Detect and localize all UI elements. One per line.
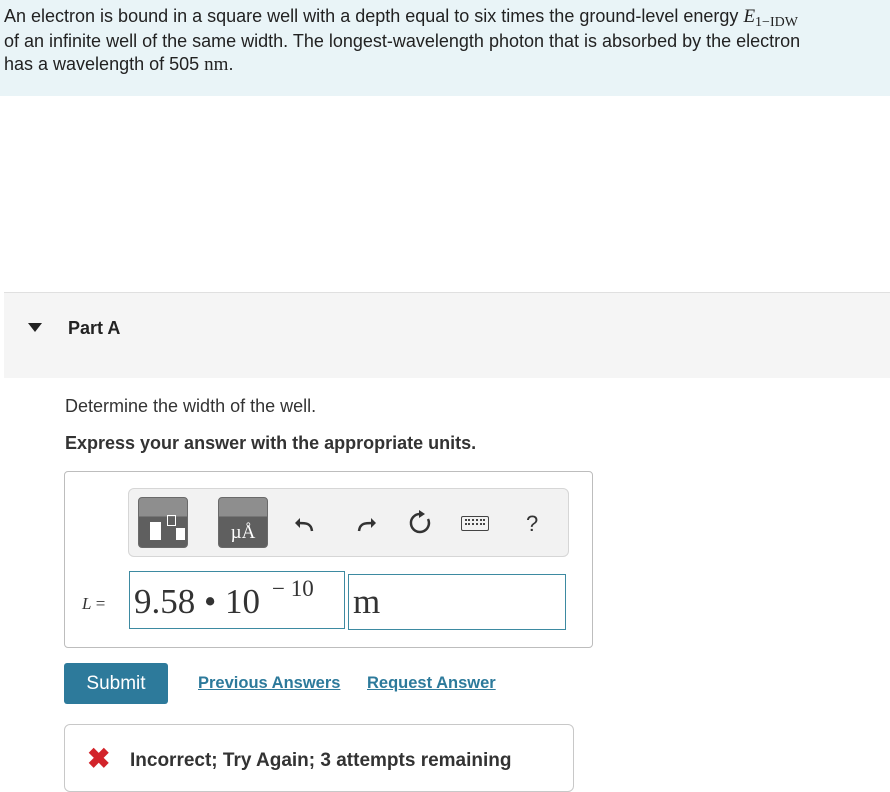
part-title: Part A bbox=[68, 318, 121, 338]
redo-icon[interactable] bbox=[351, 509, 379, 537]
problem-text-period: . bbox=[228, 54, 234, 74]
problem-text-line2: of an infinite well of the same width. T… bbox=[4, 31, 801, 51]
question-instructions: Express your answer with the appropriate… bbox=[65, 433, 477, 453]
feedback-box: ✖ Incorrect; Try Again; 3 attempts remai… bbox=[64, 724, 574, 792]
units-button[interactable]: µÅ bbox=[218, 497, 268, 548]
unit-input[interactable]: m bbox=[348, 574, 566, 630]
feedback-message: Incorrect; Try Again; 3 attempts remaini… bbox=[130, 750, 512, 771]
equation-toolbar: µÅ ? bbox=[128, 488, 569, 557]
template-small-square-icon bbox=[167, 515, 176, 526]
wavelength-unit: nm bbox=[204, 54, 229, 75]
unit-value: m bbox=[353, 582, 381, 621]
problem-statement: An electron is bound in a square well wi… bbox=[0, 0, 890, 96]
reset-icon[interactable] bbox=[406, 509, 434, 537]
part-a-header[interactable]: Part A bbox=[4, 292, 890, 378]
value-input[interactable]: 9.58 • 10 − 10 bbox=[129, 571, 345, 629]
submit-button[interactable]: Submit bbox=[64, 663, 168, 704]
units-label: µÅ bbox=[230, 522, 256, 543]
template-fraction-icon bbox=[176, 528, 185, 540]
templates-button[interactable] bbox=[138, 497, 188, 548]
problem-text-line1: An electron is bound in a square well wi… bbox=[4, 6, 744, 26]
template-square-icon bbox=[150, 522, 161, 540]
help-icon[interactable]: ? bbox=[526, 511, 538, 537]
value-mantissa: 9.58 • 10 bbox=[134, 582, 261, 621]
x-icon: ✖ bbox=[87, 743, 111, 774]
answer-variable-label: L = bbox=[82, 594, 105, 614]
energy-symbol: E bbox=[743, 6, 756, 27]
collapse-caret-icon[interactable] bbox=[28, 323, 42, 332]
question-prompt: Determine the width of the well. bbox=[65, 396, 317, 416]
problem-text-line3: has a wavelength of 505 bbox=[4, 54, 205, 74]
keyboard-icon[interactable] bbox=[461, 516, 489, 531]
energy-subscript: 1−IDW bbox=[755, 15, 798, 30]
value-exponent: − 10 bbox=[272, 576, 314, 601]
request-answer-link[interactable]: Request Answer bbox=[367, 674, 496, 693]
answer-variable: L bbox=[82, 594, 92, 613]
undo-icon[interactable] bbox=[292, 509, 320, 537]
equals-sign: = bbox=[95, 594, 106, 613]
previous-answers-link[interactable]: Previous Answers bbox=[198, 674, 340, 693]
